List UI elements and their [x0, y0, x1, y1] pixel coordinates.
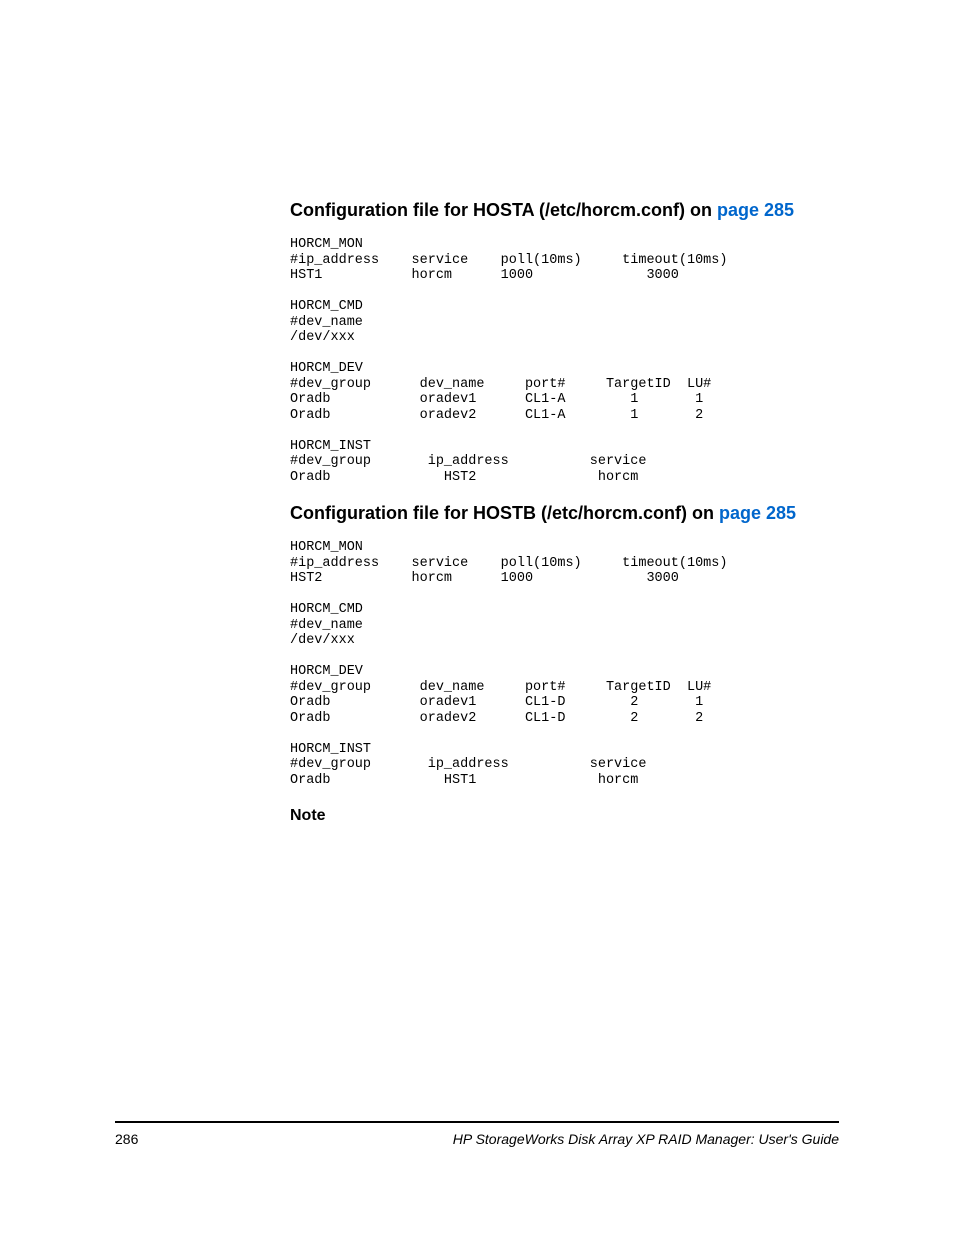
section-b-config: HORCM_MON #ip_address service poll(10ms)…	[290, 540, 839, 788]
page-footer: 286 HP StorageWorks Disk Array XP RAID M…	[115, 1121, 839, 1147]
section-b-heading-text: Configuration file for HOSTB (/etc/horcm…	[290, 503, 719, 523]
section-a-heading-text: Configuration file for HOSTA (/etc/horcm…	[290, 200, 717, 220]
section-a-heading: Configuration file for HOSTA (/etc/horcm…	[290, 200, 839, 221]
section-a-config: HORCM_MON #ip_address service poll(10ms)…	[290, 237, 839, 485]
note-heading: Note	[290, 807, 839, 825]
book-title: HP StorageWorks Disk Array XP RAID Manag…	[453, 1131, 839, 1147]
section-b-heading-link[interactable]: page 285	[719, 503, 796, 523]
section-b-heading: Configuration file for HOSTB (/etc/horcm…	[290, 503, 839, 524]
section-a-heading-link[interactable]: page 285	[717, 200, 794, 220]
page-number: 286	[115, 1131, 138, 1147]
